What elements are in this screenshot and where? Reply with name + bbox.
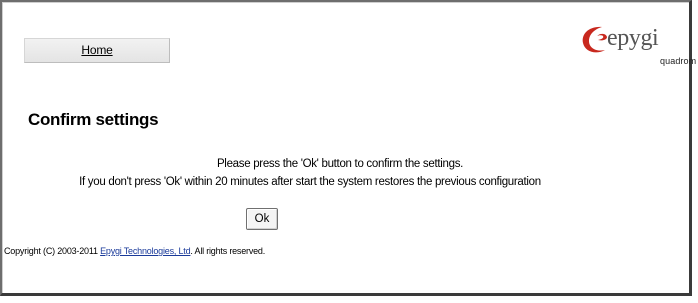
page-title: Confirm settings [28, 110, 159, 129]
confirm-message-line-1: Please press the 'Ok' button to confirm … [216, 158, 464, 170]
copyright-prefix: Copyright (C) 2003-2011 [4, 246, 101, 256]
copyright-suffix: . All rights reserved. [190, 246, 266, 256]
confirm-message-line-2: If you don't press 'Ok' within 20 minute… [79, 176, 541, 188]
copyright-notice: Copyright (C) 2003-2011 Epygi Technologi… [4, 246, 265, 256]
logo-subtitle: quadrom [660, 56, 697, 66]
logo-wordmark: epygi [607, 25, 659, 51]
page-frame: Home epygi quadrom Confirm settings Plea… [0, 0, 696, 296]
epygi-logo: epygi quadrom [580, 24, 696, 68]
ok-button[interactable]: Ok [246, 208, 278, 230]
home-tab[interactable]: Home [24, 38, 170, 63]
epygi-technologies-link[interactable]: Epygi Technologies, Ltd [100, 246, 191, 256]
home-link[interactable]: Home [81, 43, 112, 57]
